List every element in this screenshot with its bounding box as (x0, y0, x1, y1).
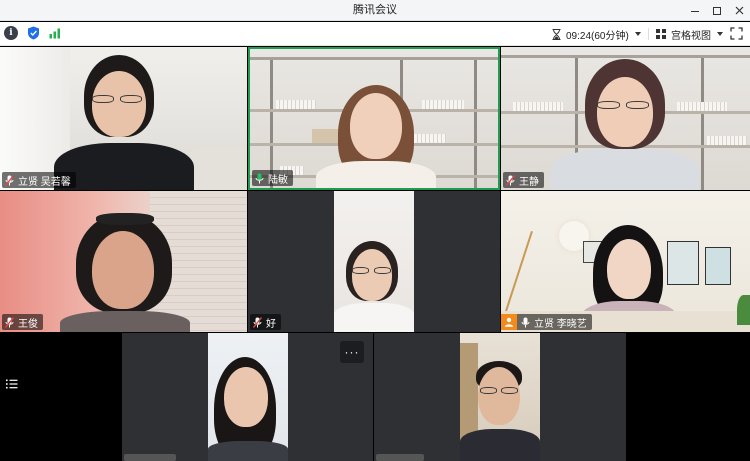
meeting-timer[interactable]: 09:24(60分钟) (552, 22, 641, 46)
video-tile-6[interactable]: 立贤 李晓艺 (501, 191, 750, 332)
title-bar: 腾讯会议 (0, 0, 750, 21)
info-icon[interactable]: i (4, 26, 18, 40)
fullscreen-icon (730, 27, 743, 40)
maximize-button[interactable] (706, 0, 728, 21)
participant-name-tag: 好 (250, 314, 281, 330)
list-icon[interactable] (6, 379, 18, 389)
maximize-icon (713, 6, 721, 15)
participant-name-tag (376, 454, 424, 461)
participant-name: 王俊 (18, 318, 38, 330)
participant-video (250, 49, 498, 188)
fullscreen-button[interactable] (730, 27, 743, 40)
participant-name-tag: 王俊 (2, 314, 43, 330)
video-tile-1[interactable]: 立贤 吴若馨 (0, 47, 247, 190)
hourglass-icon (552, 28, 561, 40)
participant-name: 陆敏 (268, 174, 288, 186)
timer-label: 09:24(60分钟) (566, 30, 629, 42)
user-avatar-icon (501, 314, 517, 330)
participant-video (501, 47, 750, 190)
participant-video (0, 191, 247, 332)
participant-video (501, 191, 750, 332)
participant-name: 立贤 李晓艺 (534, 318, 587, 330)
minimize-icon (691, 11, 699, 12)
view-mode-label: 宫格视图 (671, 30, 711, 42)
close-icon (735, 6, 743, 15)
video-tile-5[interactable]: 好 (248, 191, 500, 332)
mic-icon (521, 317, 530, 327)
meeting-window: 腾讯会议 i 09:24(60分钟) 宫格视图 立贤 吴若馨 陆敏 王静 王俊 … (0, 0, 750, 461)
shield-icon[interactable] (26, 26, 40, 40)
participant-name-tag: 王静 (503, 172, 544, 188)
participant-name-tag (124, 454, 176, 461)
participant-video (208, 333, 288, 461)
participant-name: 立贤 吴若馨 (18, 176, 71, 188)
video-tile-8[interactable] (374, 333, 626, 461)
video-tile-3[interactable]: 王静 (501, 47, 750, 190)
participant-video (0, 47, 247, 190)
mic-muted-icon (506, 174, 515, 186)
window-title: 腾讯会议 (353, 4, 397, 16)
chevron-down-icon (717, 32, 723, 36)
mic-muted-icon (5, 316, 14, 328)
close-button[interactable] (728, 0, 750, 21)
more-options-label: ··· (344, 345, 360, 359)
participant-name: 好 (266, 318, 276, 330)
signal-icon[interactable] (48, 26, 62, 40)
participant-video (460, 333, 540, 461)
participant-name-tag: 立贤 吴若馨 (2, 172, 76, 188)
video-tile-7[interactable] (122, 333, 373, 461)
meeting-toolbar: i 09:24(60分钟) 宫格视图 (0, 22, 750, 46)
mic-speaking-icon (255, 173, 264, 183)
participant-name: 王静 (519, 176, 539, 188)
toolbar-divider (648, 28, 649, 40)
minimize-button[interactable] (684, 0, 706, 21)
grid-view-icon (656, 29, 666, 39)
more-options-button[interactable]: ··· (340, 341, 364, 363)
video-tile-4[interactable]: 王俊 (0, 191, 247, 332)
mic-muted-icon (5, 174, 14, 186)
video-tile-2[interactable]: 陆敏 (248, 47, 500, 190)
mic-muted-icon (253, 316, 262, 328)
participant-name-tag: 立贤 李晓艺 (501, 314, 592, 330)
view-mode-button[interactable]: 宫格视图 (656, 22, 723, 46)
chevron-down-icon (634, 32, 641, 36)
participant-name-tag: 陆敏 (252, 170, 293, 186)
participant-video (334, 191, 414, 332)
